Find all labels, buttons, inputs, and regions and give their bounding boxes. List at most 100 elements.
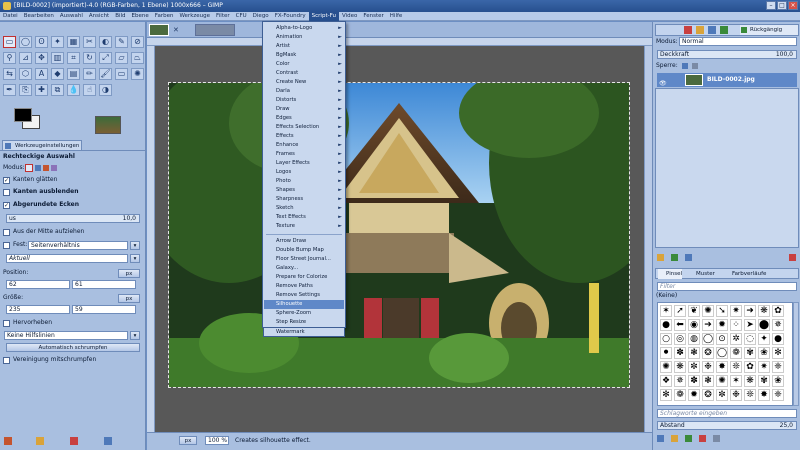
heal-tool-icon[interactable]: ✚ <box>35 84 48 96</box>
brush-arrow-icon[interactable]: ➔ <box>702 319 714 331</box>
brush-circle-icon[interactable]: ◍ <box>688 333 700 345</box>
ellipse-select-tool-icon[interactable]: ◯ <box>19 36 32 48</box>
menu-item-text-effects[interactable]: Text Effects ► <box>264 213 344 222</box>
flip-tool-icon[interactable]: ⇆ <box>3 68 16 80</box>
brush-splash-icon[interactable]: ✽ <box>688 375 700 387</box>
status-unit-select[interactable]: px <box>179 436 197 445</box>
brush-splash-icon[interactable]: ❊ <box>744 389 756 401</box>
refresh-brushes-icon[interactable] <box>713 435 720 442</box>
zoom-field[interactable]: 100 % <box>205 436 229 445</box>
blur-tool-icon[interactable]: 💧 <box>67 84 80 96</box>
scale-tool-icon[interactable]: ⤢ <box>99 52 112 64</box>
menu-item-artist[interactable]: Artist ► <box>264 42 344 51</box>
lasso-tool-icon[interactable]: ʘ <box>35 36 48 48</box>
menu-filter[interactable]: Filter <box>213 12 233 21</box>
zoom-tool-icon[interactable]: ⚲ <box>3 52 16 64</box>
position-y-field[interactable]: 61 <box>72 280 136 289</box>
fuzzy-select-tool-icon[interactable]: ✦ <box>51 36 64 48</box>
menu-item-draw[interactable]: Draw ► <box>264 105 344 114</box>
tab-tool-options[interactable]: Werkzeugeinstellungen <box>2 140 82 150</box>
menu-ebene[interactable]: Ebene <box>129 12 152 21</box>
menu-item-silhouette[interactable]: Silhouette <box>264 300 344 309</box>
brush-grid[interactable]: ✶ ➚ ❦ ✺ ➘ ✷ ➜ ❋ ✿ ● ⬅ ◉ ➔ ✹ ⁘ ➤ ⬤ ✵ ○ ◎ … <box>657 302 793 406</box>
position-x-field[interactable]: 62 <box>6 280 70 289</box>
menu-item-photo[interactable]: Photo ► <box>264 177 344 186</box>
menu-item-arrow-draw[interactable]: Arrow Draw <box>264 237 344 246</box>
tab-brushes[interactable]: Pinsel <box>658 269 682 279</box>
menu-item-watermark[interactable]: Watermark <box>263 328 345 337</box>
layer-mode-select[interactable]: Normal <box>679 37 797 46</box>
menu-item-alpha-to-logo[interactable]: Alpha-to-Logo ► <box>264 24 344 33</box>
brush-star-icon[interactable]: ✷ <box>758 361 770 373</box>
color-select-tool-icon[interactable]: ▦ <box>67 36 80 48</box>
mode-subtract-icon[interactable] <box>43 165 49 171</box>
menu-ansicht[interactable]: Ansicht <box>86 12 112 21</box>
perspective-clone-tool-icon[interactable]: ⧉ <box>51 84 64 96</box>
brush-splash-icon[interactable]: ❈ <box>772 389 784 401</box>
brush-splash-icon[interactable]: ✾ <box>758 375 770 387</box>
opacity-slider[interactable]: Deckkraft 100,0 <box>657 50 797 59</box>
position-unit-select[interactable]: px <box>118 269 140 278</box>
menu-diego[interactable]: Diego <box>250 12 272 21</box>
brush-star-icon[interactable]: ✦ <box>758 333 770 345</box>
tab-icon-4[interactable] <box>720 26 728 34</box>
size-width-field[interactable]: 235 <box>6 305 70 314</box>
brush-circle-icon[interactable]: ● <box>660 319 672 331</box>
brush-circle-icon[interactable]: ◯ <box>716 347 728 359</box>
menu-item-color[interactable]: Color ► <box>264 60 344 69</box>
vertical-ruler[interactable] <box>147 46 155 432</box>
menu-item-step-resize[interactable]: Step Resize <box>264 318 344 327</box>
tab-icon-2[interactable] <box>696 26 704 34</box>
menu-item-effects[interactable]: Effects ► <box>264 132 344 141</box>
mode-intersect-icon[interactable] <box>51 165 57 171</box>
brush-splash-icon[interactable]: ✼ <box>716 389 728 401</box>
brush-grid-scrollbar[interactable] <box>793 302 799 406</box>
brush-star-icon[interactable]: ✶ <box>660 305 672 317</box>
align-tool-icon[interactable]: ▥ <box>51 52 64 64</box>
brush-splash-icon[interactable]: ✿ <box>744 361 756 373</box>
shrink-merged-checkbox[interactable] <box>3 357 10 364</box>
brush-splash-icon[interactable]: ❂ <box>702 347 714 359</box>
mode-add-icon[interactable] <box>35 165 41 171</box>
brush-arrow-icon[interactable]: ➜ <box>744 305 756 317</box>
scissors-tool-icon[interactable]: ✂ <box>83 36 96 48</box>
foreground-color-swatch[interactable] <box>14 108 32 122</box>
antialias-checkbox[interactable]: ✓ <box>3 177 10 184</box>
guides-dropdown-icon[interactable]: ▾ <box>130 331 140 340</box>
menu-item-layer-effects[interactable]: Layer Effects ► <box>264 159 344 168</box>
dodge-burn-tool-icon[interactable]: ◑ <box>99 84 112 96</box>
duplicate-brush-icon[interactable] <box>685 435 692 442</box>
undo-history-tab[interactable]: Rückgängig <box>740 25 798 35</box>
move-tool-icon[interactable]: ✥ <box>35 52 48 64</box>
new-brush-icon[interactable] <box>671 435 678 442</box>
brush-arrow-icon[interactable]: ⬅ <box>674 319 686 331</box>
fixed-dropdown-icon[interactable]: ▾ <box>130 241 140 250</box>
lock-pixels-icon[interactable] <box>682 63 688 69</box>
brush-star-icon[interactable]: ✸ <box>758 389 770 401</box>
menu-item-effects-selection[interactable]: Effects Selection ► <box>264 123 344 132</box>
brush-circle-icon[interactable]: ⊙ <box>716 333 728 345</box>
brush-circle-icon[interactable]: ⬤ <box>758 319 770 331</box>
tab-icon-1[interactable] <box>684 26 692 34</box>
brush-star-icon[interactable]: ✹ <box>716 319 728 331</box>
crop-tool-icon[interactable]: ⌗ <box>67 52 80 64</box>
brush-splash-icon[interactable]: ❁ <box>730 347 742 359</box>
perspective-tool-icon[interactable]: ⏢ <box>131 52 144 64</box>
menu-item-frames[interactable]: Frames ► <box>264 150 344 159</box>
size-height-field[interactable]: 59 <box>72 305 136 314</box>
fixed-checkbox[interactable] <box>3 242 10 249</box>
tab-icon-3[interactable] <box>708 26 716 34</box>
brush-splash-icon[interactable]: ✻ <box>772 347 784 359</box>
mode-replace-icon[interactable] <box>25 164 33 172</box>
paths-tool-icon[interactable]: ✎ <box>115 36 128 48</box>
menu-item-sharpness[interactable]: Sharpness ► <box>264 195 344 204</box>
vertical-scrollbar[interactable] <box>644 46 652 432</box>
brush-splash-icon[interactable]: ❁ <box>674 389 686 401</box>
brush-star-icon[interactable]: ✸ <box>716 361 728 373</box>
menu-fx-foundry[interactable]: FX-Foundry <box>272 12 309 21</box>
eraser-tool-icon[interactable]: ▭ <box>115 68 128 80</box>
tab-gradients[interactable]: Farbverläufe <box>724 269 766 279</box>
brush-splash-icon[interactable]: ❋ <box>674 361 686 373</box>
feather-checkbox[interactable] <box>3 189 10 196</box>
brush-flower-icon[interactable]: ✿ <box>772 305 784 317</box>
